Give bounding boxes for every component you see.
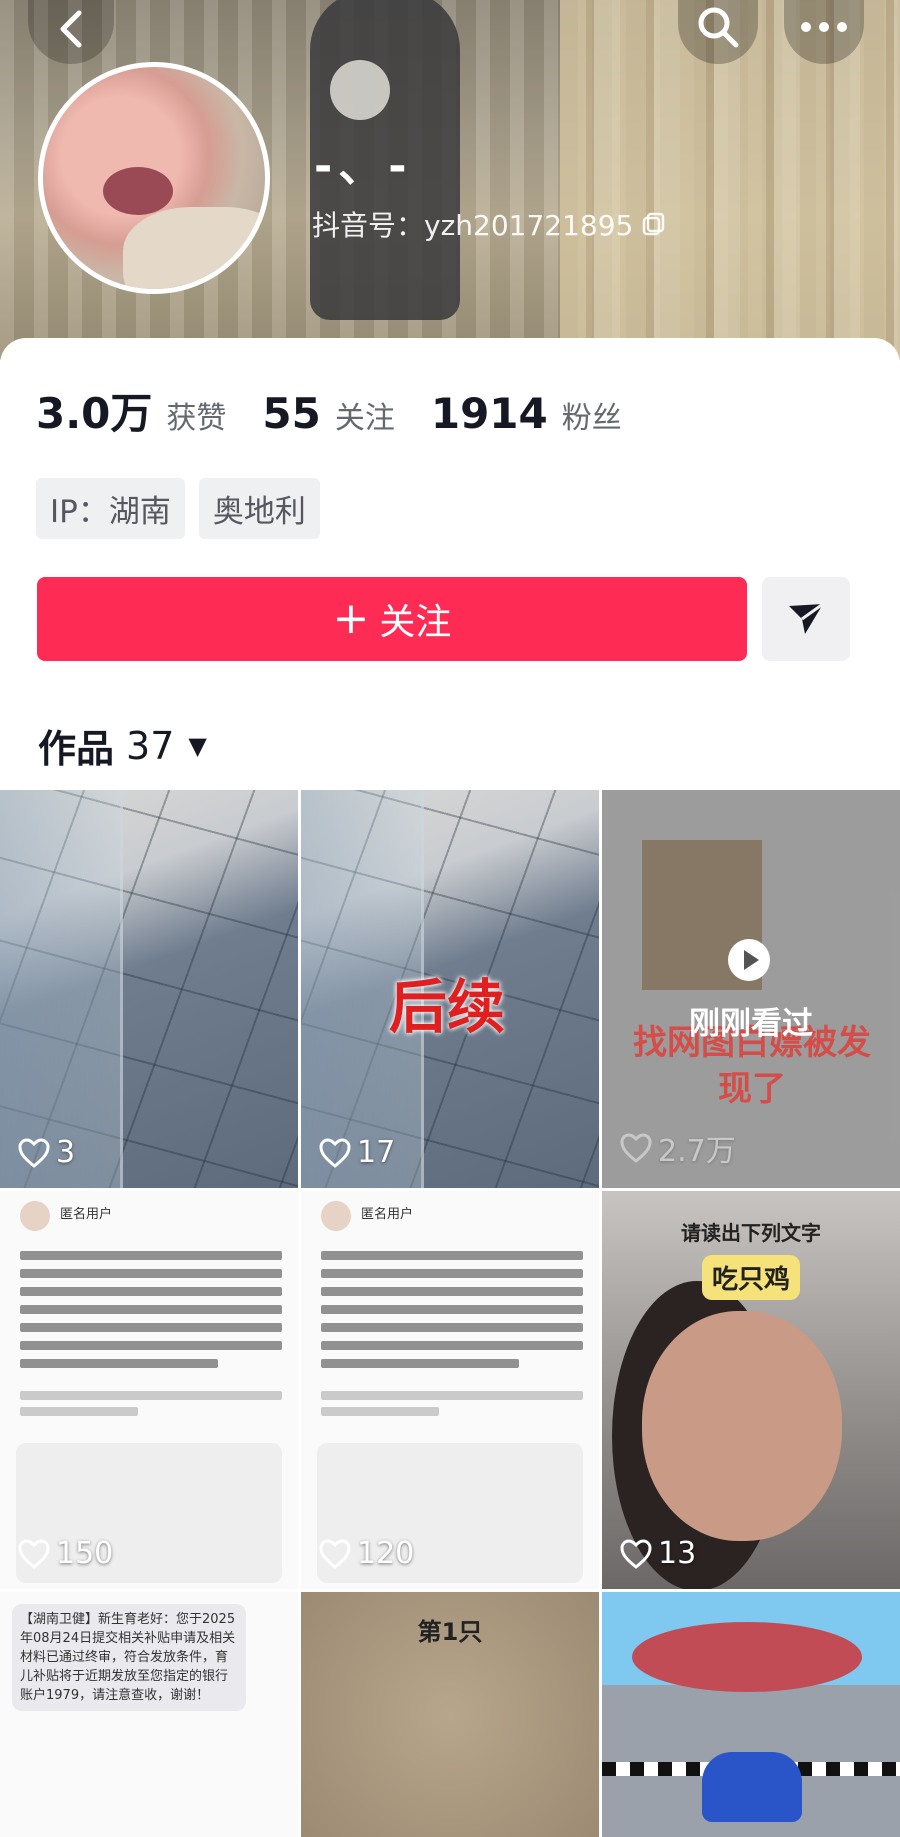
send-message-button[interactable] xyxy=(762,577,850,661)
profile-tags: IP：湖南 奥地利 xyxy=(36,478,320,539)
tag-country: 奥地利 xyxy=(198,478,320,539)
douyin-id-text: 抖音号：yzh201721895 xyxy=(312,209,634,242)
heart-outline-icon xyxy=(620,1538,652,1569)
heart-outline-icon xyxy=(319,1137,351,1168)
works-label: 作品 xyxy=(38,727,115,771)
caret-down-icon: ▼ xyxy=(188,731,207,760)
stat-likes[interactable]: 3.0万 获赞 xyxy=(36,380,226,441)
search-icon xyxy=(698,7,739,48)
heart-outline-icon xyxy=(18,1137,50,1168)
video-overlay-text: 第1只 xyxy=(417,1618,483,1646)
profile-card: 3.0万 获赞 55 关注 1914 粉丝 IP：湖南 奥地利 + 关注 作品 … xyxy=(0,338,900,798)
copy-icon[interactable] xyxy=(641,211,667,237)
works-count: 37 xyxy=(126,723,175,768)
like-count: 3 xyxy=(18,1135,75,1170)
works-tab[interactable]: 作品 37 ▼ xyxy=(38,718,207,773)
more-dots-icon xyxy=(801,22,847,32)
video-thumbnail[interactable]: 请读出下列文字 吃只鸡 13 xyxy=(602,1191,900,1589)
like-count: 13 xyxy=(620,1536,696,1571)
avatar[interactable] xyxy=(38,62,270,294)
video-thumbnail[interactable]: 3 xyxy=(0,790,298,1188)
chevron-left-icon xyxy=(60,10,82,48)
back-button[interactable] xyxy=(28,0,114,64)
follow-button[interactable]: + 关注 xyxy=(37,577,747,661)
stat-followers[interactable]: 1914 粉丝 xyxy=(431,389,622,438)
like-count: 150 xyxy=(18,1536,113,1571)
video-thumbnail[interactable]: 【湖南卫健】新生育老好：您于2025年08月24日提交相关补贴申请及相关材料已通… xyxy=(0,1592,298,1837)
like-count: 2.7万 xyxy=(620,1126,736,1170)
heart-outline-icon xyxy=(620,1133,652,1163)
avatar xyxy=(20,1201,50,1231)
background-shirt-print xyxy=(330,60,390,120)
like-count: 17 xyxy=(319,1135,395,1170)
recently-watched-label: 刚刚看过 xyxy=(689,1006,813,1042)
profile-header-background: -、- 抖音号：yzh201721895 xyxy=(0,0,900,360)
play-icon xyxy=(728,939,770,981)
nickname: -、- xyxy=(314,141,413,192)
video-overlay-text: 后续 xyxy=(389,973,506,1041)
follow-label: 关注 xyxy=(379,602,452,643)
heart-outline-icon xyxy=(18,1538,50,1569)
stat-following[interactable]: 55 关注 xyxy=(262,389,394,438)
stats-row: 3.0万 获赞 55 关注 1914 粉丝 xyxy=(36,380,658,441)
douyin-id[interactable]: 抖音号：yzh201721895 xyxy=(312,204,667,244)
review-username: 匿名用户 xyxy=(60,1207,113,1222)
avatar xyxy=(321,1201,351,1231)
like-count: 120 xyxy=(319,1536,414,1571)
tag-ip-location: IP：湖南 xyxy=(36,478,185,539)
plus-icon: + xyxy=(332,593,370,644)
video-thumbnail[interactable]: 匿名用户 150 xyxy=(0,1191,298,1589)
video-thumbnail-watched[interactable]: 找网图白嫖被发现了 刚刚看过 2.7万 xyxy=(602,790,900,1188)
video-thumbnail[interactable]: 第1只 xyxy=(301,1592,599,1837)
paper-plane-icon xyxy=(789,602,824,634)
sms-notice-text: 【湖南卫健】新生育老好：您于2025年08月24日提交相关补贴申请及相关材料已通… xyxy=(12,1604,246,1711)
car xyxy=(702,1752,802,1822)
video-overlay-text: 请读出下列文字 xyxy=(681,1221,821,1245)
video-thumbnail[interactable]: 匿名用户 120 xyxy=(301,1191,599,1589)
review-username: 匿名用户 xyxy=(361,1207,414,1222)
video-thumbnail[interactable] xyxy=(602,1592,900,1837)
video-thumbnail[interactable]: 后续 17 xyxy=(301,790,599,1188)
heart-outline-icon xyxy=(319,1538,351,1569)
video-bubble-text: 吃只鸡 xyxy=(702,1255,801,1300)
